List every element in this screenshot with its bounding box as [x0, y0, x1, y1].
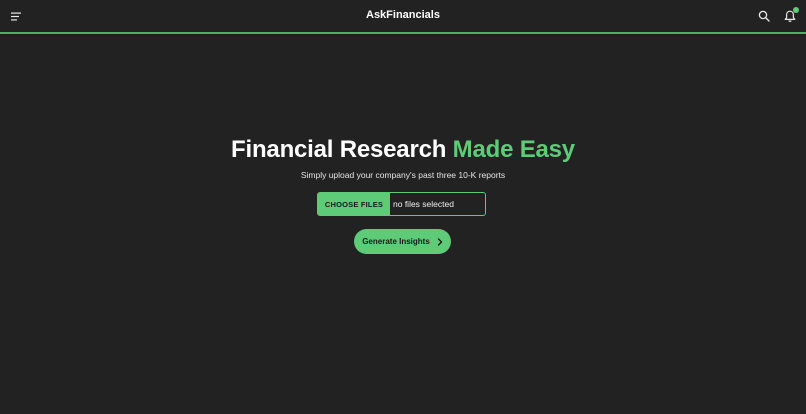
- file-upload-input[interactable]: CHOOSE FILES no files selected: [317, 192, 486, 216]
- hero-title-accent: Made Easy: [452, 136, 575, 163]
- top-bar: AskFinancials: [0, 0, 806, 32]
- hero-title: Financial Research Made Easy: [0, 134, 806, 166]
- hero-subtitle: Simply upload your company's past three …: [300, 170, 506, 180]
- generate-insights-button[interactable]: Generate Insights: [354, 229, 451, 254]
- app-title: AskFinancials: [366, 9, 440, 21]
- choose-files-button[interactable]: CHOOSE FILES: [318, 193, 390, 215]
- notifications-button[interactable]: [780, 6, 800, 26]
- top-bar-shadow: [0, 34, 806, 37]
- search-button[interactable]: [754, 6, 774, 26]
- generate-insights-label: Generate Insights: [362, 237, 430, 246]
- chevron-right-icon: [437, 237, 442, 246]
- notification-badge: [793, 7, 799, 13]
- app-root: AskFinancials Financial Research Made Ea…: [0, 0, 806, 414]
- search-icon: [758, 10, 770, 22]
- file-status-text: no files selected: [393, 199, 454, 209]
- hero-title-main: Financial Research: [231, 136, 447, 163]
